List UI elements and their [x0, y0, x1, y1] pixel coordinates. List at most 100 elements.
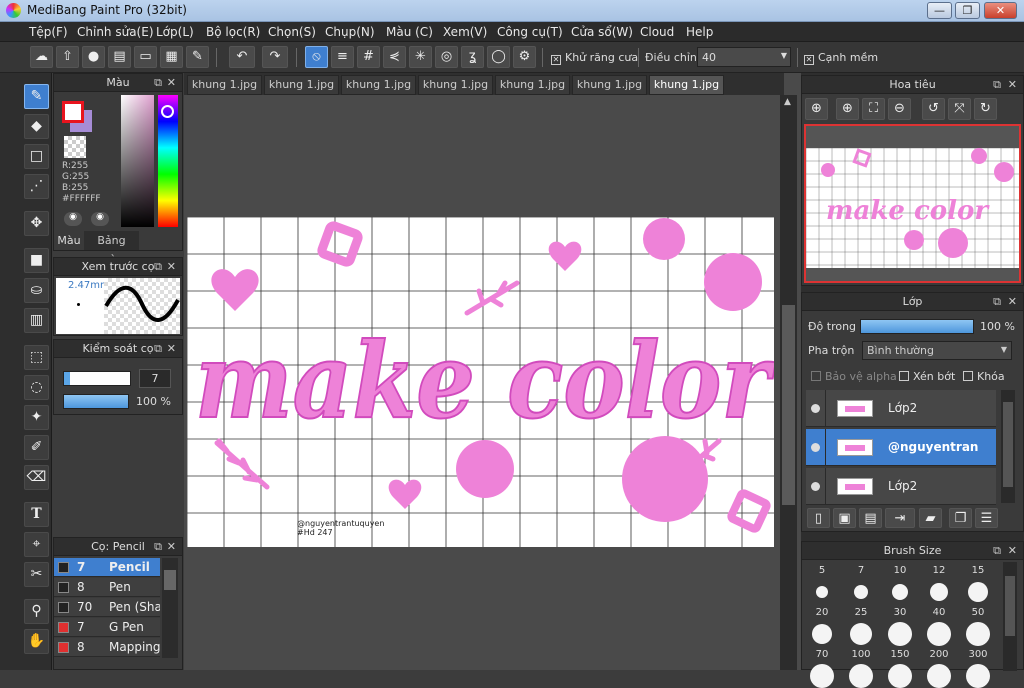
undo-icon[interactable]: ↶ [229, 46, 255, 68]
brush-size-dot[interactable] [927, 664, 951, 688]
menu-window[interactable]: Cửa sổ(W) [571, 25, 633, 39]
tab-document[interactable]: khung 1.jpg [187, 75, 262, 95]
close-icon[interactable]: ✕ [167, 74, 176, 92]
hue-handle[interactable] [161, 105, 174, 118]
scroll-thumb[interactable] [1005, 576, 1015, 636]
brush-size-dot[interactable] [816, 586, 828, 598]
minimize-button[interactable]: — [927, 2, 952, 19]
color-picker-icon[interactable]: ◉ [91, 212, 109, 226]
tab-color[interactable]: Màu [54, 231, 84, 250]
close-button[interactable]: ✕ [984, 2, 1017, 19]
brush-list-item[interactable]: 70 Pen (Sha [54, 598, 160, 617]
brush-size-option[interactable]: 15 [959, 565, 997, 576]
magic-wand-tool-icon[interactable]: ✦ [24, 405, 49, 430]
hue-slider[interactable] [158, 95, 178, 227]
close-icon[interactable]: ✕ [167, 340, 176, 358]
tab-document[interactable]: khung 1.jpg [649, 75, 724, 95]
brush-size-scrollbar[interactable] [1003, 562, 1017, 671]
soft-edge-checkbox[interactable]: ✕ Cạnh mềm [804, 51, 878, 65]
protect-alpha-checkbox[interactable]: Bảo vệ alpha [811, 370, 897, 383]
scroll-thumb[interactable] [782, 305, 795, 505]
undock-icon[interactable]: ⧉ [154, 340, 162, 358]
undock-icon[interactable]: ⧉ [154, 74, 162, 92]
snap-off-icon[interactable]: ⦸ [305, 46, 328, 68]
tab-document[interactable]: khung 1.jpg [495, 75, 570, 95]
dot-tool-icon[interactable]: ⋰ [24, 174, 49, 199]
brush-size-option[interactable]: 50 [959, 607, 997, 618]
snap-parallel-icon[interactable]: ≡ [331, 46, 354, 68]
close-icon[interactable]: ✕ [1008, 293, 1017, 311]
menu-file[interactable]: Tệp(F) [29, 25, 68, 39]
layer-scrollbar[interactable] [1001, 390, 1015, 503]
artwork-canvas[interactable]: make color @nguyentrantuquyen #Hd 247 [187, 217, 774, 547]
brush-size-dot[interactable] [854, 585, 868, 599]
brush-size-dot[interactable] [966, 622, 990, 646]
select-eraser-tool-icon[interactable]: ⌫ [24, 465, 49, 490]
snap-circle-icon[interactable]: ◎ [435, 46, 458, 68]
blend-mode-select[interactable]: Bình thường ▼ [862, 341, 1012, 360]
menu-snap[interactable]: Chụp(N) [325, 25, 375, 39]
brush-size-option[interactable]: 12 [920, 565, 958, 576]
rotate-right-icon[interactable]: ↻ [974, 98, 997, 120]
brush-size-dot[interactable] [812, 624, 832, 644]
undock-icon[interactable]: ⧉ [993, 293, 1001, 311]
brush-size-option[interactable]: 20 [803, 607, 841, 618]
brush-size-dot[interactable] [966, 664, 990, 688]
tab-document[interactable]: khung 1.jpg [341, 75, 416, 95]
canvas-vertical-scrollbar[interactable]: ▲ [780, 95, 797, 670]
edit-page-icon[interactable]: ✎ [186, 46, 209, 68]
undock-icon[interactable]: ⧉ [993, 542, 1001, 560]
brush-size-dot[interactable] [892, 584, 908, 600]
color-wheel-icon[interactable]: ◉ [64, 212, 82, 226]
brush-size-option[interactable]: 25 [842, 607, 880, 618]
select-pen-tool-icon[interactable]: ✐ [24, 435, 49, 460]
scroll-up-icon[interactable]: ▲ [784, 97, 791, 107]
zoom-in-icon[interactable]: ⊕ [836, 98, 859, 120]
fill-rect-tool-icon[interactable]: ■ [24, 248, 49, 273]
brush-list-item[interactable]: 8 Pen [54, 578, 160, 597]
brush-size-dot[interactable] [927, 622, 951, 646]
visibility-eye-icon[interactable] [811, 404, 820, 413]
brush-size-dot[interactable] [888, 664, 912, 688]
tab-document[interactable]: khung 1.jpg [572, 75, 647, 95]
operation-tool-icon[interactable]: ⌖ [24, 532, 49, 557]
new-1bit-layer-icon[interactable]: ▤ [859, 508, 882, 528]
layer-row[interactable]: @nguyentran [806, 429, 996, 466]
snap-radial-icon[interactable]: ✳ [409, 46, 432, 68]
adjust-field[interactable]: 40 ▼ [697, 47, 791, 67]
navigator-preview[interactable]: make color [804, 124, 1021, 283]
reset-view-icon[interactable]: ⤧ [948, 98, 971, 120]
page-icon[interactable]: ▭ [134, 46, 157, 68]
opacity-slider[interactable] [63, 394, 129, 409]
text-tool-icon[interactable]: T [24, 502, 49, 527]
lasso-tool-icon[interactable]: ◌ [24, 375, 49, 400]
antialias-checkbox[interactable]: ✕ Khử răng cưa [551, 51, 638, 65]
menu-select[interactable]: Chọn(S) [268, 25, 316, 39]
tab-document[interactable]: khung 1.jpg [418, 75, 493, 95]
redo-icon[interactable]: ↷ [262, 46, 288, 68]
brush-size-dot[interactable] [888, 622, 912, 646]
undock-icon[interactable]: ⧉ [154, 538, 162, 556]
brush-size-input[interactable]: 7 [139, 369, 171, 388]
layout-icon[interactable]: ▦ [160, 46, 183, 68]
chat-icon[interactable]: ▤ [108, 46, 131, 68]
brush-list-item[interactable]: 7 Pencil [54, 558, 160, 577]
gradient-tool-icon[interactable]: ▥ [24, 308, 49, 333]
brush-size-option[interactable]: 200 [920, 649, 958, 660]
rotate-left-icon[interactable]: ↺ [922, 98, 945, 120]
rectangle-tool-icon[interactable]: □ [24, 144, 49, 169]
fit-screen-icon[interactable]: ⛶ [862, 98, 885, 120]
brush-size-option[interactable]: 300 [959, 649, 997, 660]
undock-icon[interactable]: ⧉ [993, 76, 1001, 94]
brush-size-option[interactable]: 150 [881, 649, 919, 660]
menu-tools[interactable]: Công cụ(T) [497, 25, 563, 39]
scroll-thumb[interactable] [1003, 402, 1013, 487]
layer-row[interactable]: Lớp2 [806, 390, 996, 427]
brush-size-option[interactable]: 100 [842, 649, 880, 660]
layer-menu-icon[interactable]: ☰ [975, 508, 998, 528]
snap-grid-icon[interactable]: # [357, 46, 380, 68]
zoom-fit-icon[interactable]: ⊕ [805, 98, 828, 120]
snap-curve-icon[interactable]: ʓ [461, 46, 484, 68]
snap-settings-icon[interactable]: ⚙ [513, 46, 536, 68]
cloud-icon[interactable]: ☁ [30, 46, 53, 68]
